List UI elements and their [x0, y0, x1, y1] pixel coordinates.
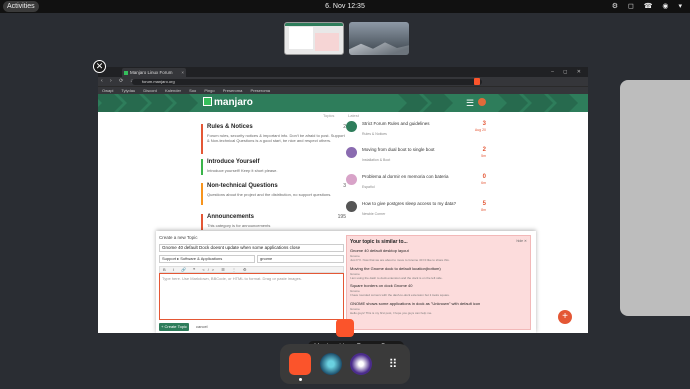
- topic-category[interactable]: Installation & Boot: [362, 158, 390, 162]
- bookmark-item[interactable]: Preseroma: [223, 88, 243, 93]
- category-rules[interactable]: Rules & Notices Forum rules, security no…: [201, 124, 346, 154]
- window-controls[interactable]: – ◻ ✕: [551, 67, 585, 77]
- topic-title[interactable]: Problema al dormir en memoria con bateri…: [362, 174, 457, 179]
- manjaro-logo[interactable]: manjaro: [203, 97, 253, 108]
- workspace-thumbnail-2[interactable]: [349, 22, 409, 55]
- column-header-latest: Latest: [348, 113, 359, 118]
- topic-title[interactable]: How to give postgres sleep access to my …: [362, 201, 457, 206]
- app-icon-1[interactable]: [320, 353, 342, 375]
- editor-toolbar[interactable]: B I 🔗 ❝ </> ☰ ⋮ ⚙: [159, 266, 344, 273]
- tab-manjaro-forum[interactable]: Manjaro Linux Forum ×: [122, 68, 186, 77]
- topic-category[interactable]: Newbie Corner: [362, 212, 385, 216]
- similar-topic-item[interactable]: Moving the Gnome dock to default locatio…: [350, 266, 527, 281]
- topic-age: 6m: [481, 181, 486, 185]
- category-non-technical[interactable]: Non-technical Questions Questions about …: [201, 183, 346, 205]
- avatar[interactable]: [346, 121, 357, 132]
- bookmark-item[interactable]: Pingo: [204, 88, 214, 93]
- app-icon-2[interactable]: [350, 353, 372, 375]
- hide-similar-button[interactable]: hide ✕: [516, 239, 527, 243]
- composer-header: Create a new Topic: [159, 235, 198, 240]
- create-topic-button[interactable]: + Create Topic: [159, 323, 189, 331]
- close-tab-icon[interactable]: ×: [181, 68, 184, 77]
- cancel-link[interactable]: cancel: [196, 324, 208, 329]
- latest-topic-row[interactable]: Moving from dual boot to single boot Ins…: [346, 147, 486, 165]
- bookmark-item[interactable]: Tylydau: [121, 88, 135, 93]
- bookmarks-bar: Owapi Tylydau Discord Kalender Soo Pingo…: [98, 86, 588, 94]
- bookmark-item[interactable]: Kalender: [165, 88, 181, 93]
- running-indicator: [299, 378, 302, 381]
- workspace-thumbnail-1[interactable]: [284, 22, 344, 55]
- reply-count: 3 Aug 20: [474, 121, 486, 132]
- topic-age: Aug 20: [474, 128, 486, 132]
- category-announcements[interactable]: Announcements This category is for annou…: [201, 214, 346, 230]
- manjaro-logo-icon: [203, 97, 212, 106]
- logo-text: manjaro: [214, 97, 253, 108]
- column-header-topics: Topics: [323, 113, 335, 118]
- similar-topic-item[interactable]: Gnome 40 default desktop layout Gnome Ju…: [350, 248, 527, 263]
- gnome-top-bar: Activities 6. Nov 12:35 ⚙ ◻ ☎ ◉ ▾: [0, 0, 690, 13]
- clock[interactable]: 6. Nov 12:35: [0, 0, 690, 13]
- tag-selector[interactable]: gnome: [257, 255, 344, 263]
- category-title[interactable]: Announcements: [207, 214, 346, 220]
- latest-topic-row[interactable]: Problema al dormir en memoria con bateri…: [346, 174, 486, 192]
- latest-topic-row[interactable]: How to give postgres sleep access to my …: [346, 201, 486, 219]
- avatar[interactable]: [346, 174, 357, 185]
- topic-composer: Create a new Topic Gnome 40 default Dock…: [156, 231, 536, 333]
- category-title[interactable]: Non-technical Questions: [207, 183, 346, 189]
- latest-topic-row[interactable]: Strict Forum Rules and guidelines Rules …: [346, 121, 486, 139]
- topic-title[interactable]: Moving from dual boot to single boot: [362, 147, 457, 152]
- system-tray[interactable]: ⚙ ◻ ☎ ◉ ▾: [612, 0, 686, 13]
- bookmark-item[interactable]: Preseroma: [250, 88, 270, 93]
- bookmark-item[interactable]: Discord: [143, 88, 157, 93]
- show-apps-grid-icon[interactable]: ⠿: [382, 353, 404, 375]
- user-avatar[interactable]: [478, 98, 486, 106]
- category-desc: Introduce yourself! Keep it short please…: [207, 168, 278, 173]
- category-title[interactable]: Introduce Yourself: [207, 159, 346, 165]
- similar-topic-item[interactable]: GNOME shows some applications in dock as…: [350, 301, 527, 316]
- category-selector[interactable]: Support ▸ Software & Applications: [159, 255, 255, 263]
- tab-bar: Manjaro Linux Forum × – ◻ ✕: [98, 67, 588, 77]
- tab-label: Manjaro Linux Forum: [130, 70, 173, 75]
- category-desc: This category is for announcements: [207, 223, 271, 228]
- brave-window-icon: [336, 319, 354, 337]
- address-bar-row: ‹ › ⟳ ⌂ forum.manjaro.org: [98, 77, 588, 86]
- reply-count: 0 6m: [481, 174, 486, 185]
- hamburger-menu-icon[interactable]: ☰: [466, 98, 474, 109]
- topic-category[interactable]: Rules & Notices: [362, 132, 387, 136]
- close-window-icon[interactable]: ✕: [93, 60, 106, 73]
- side-window-preview[interactable]: [620, 80, 690, 316]
- topic-category[interactable]: Español: [362, 185, 375, 189]
- similar-title: Your topic is similar to...: [350, 239, 408, 245]
- category-introduce[interactable]: Introduce Yourself Introduce yourself! K…: [201, 159, 346, 175]
- category-count: 195: [337, 214, 346, 220]
- reply-count: 5 8m: [481, 201, 486, 212]
- similar-topics-panel: Your topic is similar to... hide ✕ Gnome…: [346, 235, 531, 330]
- similar-topic-item[interactable]: Square borders on dock Gnome 40 Gnome I …: [350, 283, 527, 298]
- bookmark-item[interactable]: Owapi: [102, 88, 113, 93]
- forum-content: Topics Latest Rules & Notices Forum rule…: [98, 112, 588, 333]
- brave-shields-icon[interactable]: [474, 78, 480, 85]
- category-desc: Questions about the project and the dist…: [207, 192, 332, 197]
- category-desc: Forum rules, security notices & importan…: [207, 133, 345, 143]
- url-input[interactable]: forum.manjaro.org: [132, 78, 482, 85]
- topic-age: 8m: [481, 208, 486, 212]
- brave-browser-icon[interactable]: [289, 353, 311, 375]
- reply-count: 2 5m: [481, 147, 486, 158]
- forum-header: manjaro ☰: [98, 94, 588, 112]
- category-title[interactable]: Rules & Notices: [207, 124, 346, 130]
- editor-textarea[interactable]: Type here. Use Markdown, BBCode, or HTML…: [159, 273, 344, 320]
- new-topic-fab[interactable]: +: [558, 310, 572, 324]
- topic-title[interactable]: Strict Forum Rules and guidelines: [362, 121, 457, 126]
- bookmark-item[interactable]: Soo: [189, 88, 196, 93]
- topic-title-input[interactable]: Gnome 40 default Dock doesnt update when…: [159, 244, 344, 252]
- dash-dock: ⠿: [280, 344, 410, 384]
- browser-window[interactable]: Manjaro Linux Forum × – ◻ ✕ ‹ › ⟳ ⌂ foru…: [98, 67, 588, 333]
- topic-age: 5m: [481, 154, 486, 158]
- avatar[interactable]: [346, 201, 357, 212]
- avatar[interactable]: [346, 147, 357, 158]
